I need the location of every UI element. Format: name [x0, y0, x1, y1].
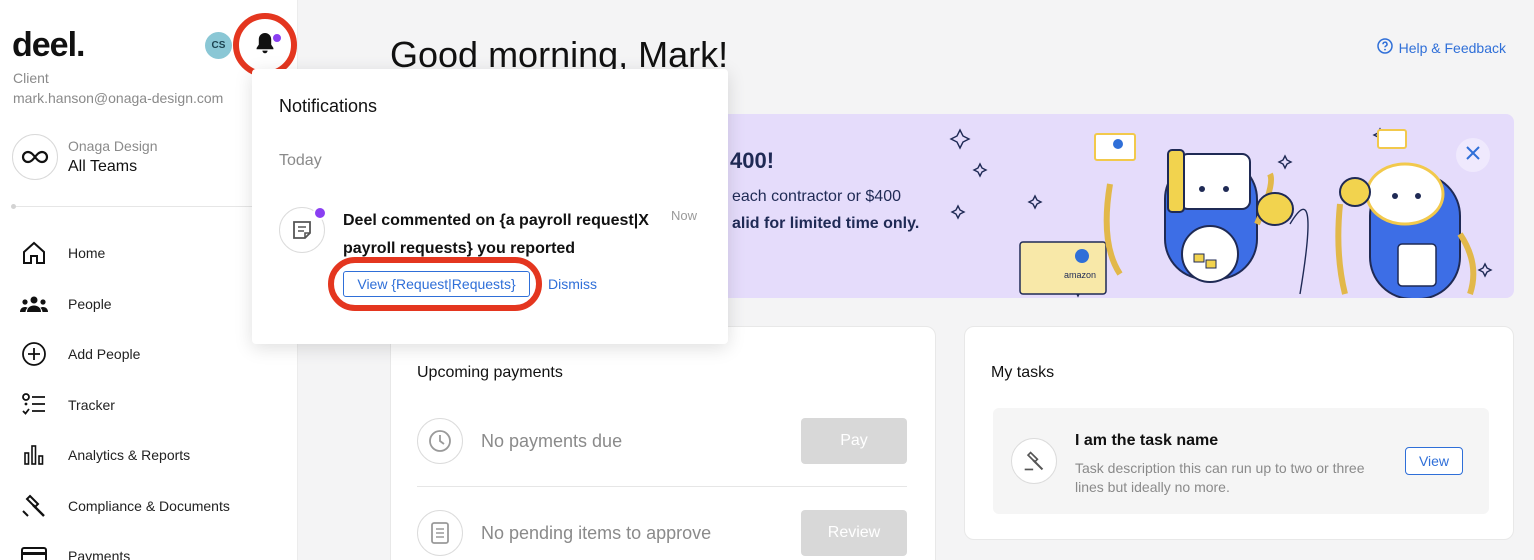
sidebar-item-home[interactable]: Home	[20, 228, 230, 279]
team-org: Onaga Design	[68, 138, 158, 154]
people-icon	[20, 290, 48, 318]
banner-gift-card-label: amazon	[1064, 270, 1096, 280]
sidebar-item-compliance[interactable]: Compliance & Documents	[20, 481, 230, 532]
clock-icon	[417, 418, 463, 464]
robots-illustration: amazon	[949, 127, 1493, 298]
notifications-bell-button[interactable]	[233, 13, 297, 77]
popover-title: Notifications	[279, 96, 378, 116]
divider	[417, 486, 907, 487]
divider-handle	[11, 204, 16, 209]
receipt-icon	[417, 510, 463, 556]
help-label: Help & Feedback	[1398, 39, 1506, 56]
sidebar-item-payments[interactable]: Payments	[20, 531, 230, 560]
review-button[interactable]: Review	[801, 510, 907, 556]
help-feedback-link[interactable]: Help & Feedback	[1376, 38, 1506, 57]
infinity-icon	[12, 134, 58, 180]
gavel-icon	[1011, 438, 1057, 484]
divider	[12, 206, 282, 207]
sidebar-item-label: Analytics & Reports	[68, 447, 191, 464]
account-role: Client	[13, 70, 49, 86]
sidebar-item-label: Payments	[68, 548, 131, 560]
sidebar-item-add-people[interactable]: Add People	[20, 329, 230, 380]
payment-row-text: No payments due	[481, 430, 623, 451]
credit-card-icon	[20, 542, 48, 560]
view-request-button[interactable]: View {Request|Requests}	[343, 271, 530, 297]
task-item: I am the task name Task description this…	[993, 408, 1489, 514]
team-switcher[interactable]: Onaga Design All Teams	[12, 134, 158, 180]
task-description: Task description this can run up to two …	[1075, 460, 1365, 495]
add-circle-icon	[20, 340, 48, 368]
my-tasks-card: My tasks I am the task name Task descrip…	[964, 326, 1514, 540]
card-title: Upcoming payments	[417, 364, 563, 381]
notification-time: Now	[671, 208, 698, 223]
upcoming-payments-card: Upcoming payments No payments due Pay No…	[390, 326, 936, 560]
close-icon	[1465, 145, 1481, 166]
unread-dot	[313, 206, 327, 220]
payment-row-text: No pending items to approve	[481, 522, 712, 543]
account-email: mark.hanson@onaga-design.com	[13, 90, 224, 106]
dismiss-link[interactable]: Dismiss	[548, 276, 597, 292]
tracker-list-icon	[20, 391, 48, 419]
gavel-icon	[20, 492, 48, 520]
card-title: My tasks	[991, 364, 1055, 381]
payment-row: No pending items to approve Review	[417, 509, 907, 557]
notifications-popover: Notifications Today Deel commented on {a…	[252, 69, 728, 344]
pay-button[interactable]: Pay	[801, 418, 907, 464]
unread-dot	[272, 33, 282, 43]
banner-text: each contractor or $400	[732, 188, 901, 205]
sidebar-item-label: Tracker	[68, 396, 115, 413]
banner-title: 400!	[730, 148, 775, 173]
bar-chart-icon	[20, 441, 48, 469]
banner-close-button[interactable]	[1456, 138, 1490, 172]
help-icon	[1376, 38, 1393, 57]
sidebar-item-label: Compliance & Documents	[68, 497, 230, 514]
sidebar-item-tracker[interactable]: Tracker	[20, 380, 230, 431]
banner-disclaimer: alid for limited time only.	[732, 215, 920, 232]
sidebar-item-analytics[interactable]: Analytics & Reports	[20, 430, 230, 481]
deel-logo[interactable]: deel.	[12, 26, 85, 65]
home-icon	[20, 239, 48, 267]
avatar[interactable]: CS	[205, 32, 232, 59]
sidebar-item-people[interactable]: People	[20, 279, 230, 330]
task-view-button[interactable]: View	[1405, 447, 1463, 475]
notification-text: Deel commented on {a payroll request|X p…	[343, 212, 649, 257]
sidebar-item-label: Add People	[68, 346, 141, 363]
sidebar-nav: Home People Add People Tracker Analytics…	[20, 228, 230, 560]
sidebar-item-label: People	[68, 295, 112, 312]
notifications-section-label: Today	[279, 152, 322, 169]
task-name: I am the task name	[1075, 432, 1219, 449]
team-name: All Teams	[68, 158, 138, 175]
payment-row: No payments due Pay	[417, 417, 907, 465]
sidebar-item-label: Home	[68, 245, 106, 262]
